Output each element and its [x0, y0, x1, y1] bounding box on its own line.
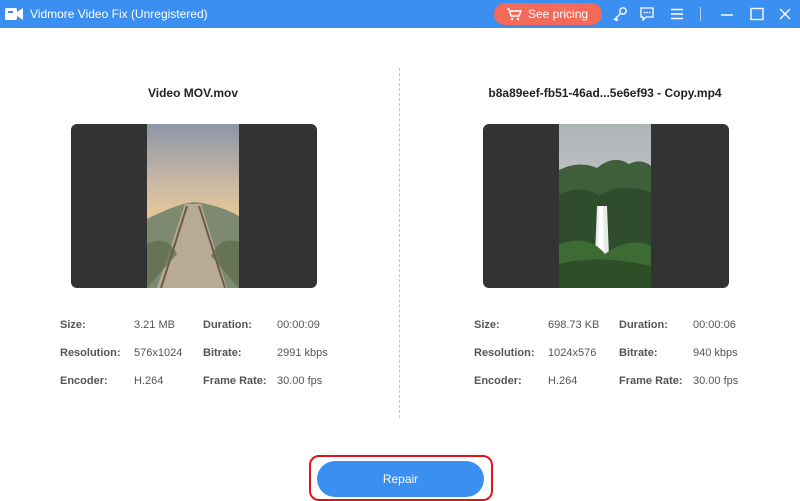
title-bar-separator: [700, 7, 701, 21]
see-pricing-button[interactable]: See pricing: [494, 3, 602, 25]
window-title: Vidmore Video Fix (Unregistered): [30, 7, 208, 21]
see-pricing-label: See pricing: [528, 7, 589, 21]
close-icon[interactable]: [776, 5, 794, 23]
right-encoder-value: H.264: [548, 375, 578, 387]
key-icon[interactable]: [611, 5, 629, 23]
right-size-value: 698.73 KB: [548, 319, 600, 331]
left-file-name: Video MOV.mov: [147, 86, 239, 100]
left-size-value: 3.21 MB: [134, 319, 175, 331]
cart-icon: [507, 8, 522, 21]
left-video-preview[interactable]: [71, 124, 317, 288]
maximize-icon[interactable]: [748, 5, 766, 23]
left-size-label: Size:: [60, 319, 86, 331]
left-resolution-label: Resolution:: [60, 347, 121, 359]
title-bar: Vidmore Video Fix (Unregistered) See pri…: [0, 0, 800, 28]
left-duration-value: 00:00:09: [277, 319, 320, 331]
left-bitrate-label: Bitrate:: [203, 347, 242, 359]
right-framerate-value: 30.00 fps: [693, 375, 739, 387]
panel-divider: [399, 68, 400, 418]
right-video-preview[interactable]: [483, 124, 729, 288]
left-video-thumbnail: [147, 124, 239, 288]
left-framerate-value: 30.00 fps: [277, 375, 323, 387]
left-framerate-label: Frame Rate:: [203, 375, 267, 387]
right-duration-label: Duration:: [619, 319, 668, 331]
right-size-label: Size:: [474, 319, 500, 331]
feedback-icon[interactable]: [638, 5, 656, 23]
left-bitrate-value: 2991 kbps: [277, 347, 328, 359]
repair-button[interactable]: Repair: [317, 461, 484, 497]
right-bitrate-value: 940 kbps: [693, 347, 738, 359]
left-duration-label: Duration:: [203, 319, 252, 331]
left-encoder-label: Encoder:: [60, 375, 108, 387]
right-resolution-label: Resolution:: [474, 347, 535, 359]
right-video-thumbnail: [559, 124, 651, 288]
minimize-icon[interactable]: [718, 5, 736, 23]
left-encoder-value: H.264: [134, 375, 164, 387]
right-bitrate-label: Bitrate:: [619, 347, 658, 359]
left-resolution-value: 576x1024: [134, 347, 183, 359]
app-logo-icon: [5, 8, 23, 20]
right-resolution-value: 1024x576: [548, 347, 597, 359]
right-file-name: b8a89eef-fb51-46ad...5e6ef93 - Copy.mp4: [488, 86, 722, 100]
right-framerate-label: Frame Rate:: [619, 375, 683, 387]
right-duration-value: 00:00:06: [693, 319, 736, 331]
menu-icon[interactable]: [668, 5, 686, 23]
right-encoder-label: Encoder:: [474, 375, 522, 387]
